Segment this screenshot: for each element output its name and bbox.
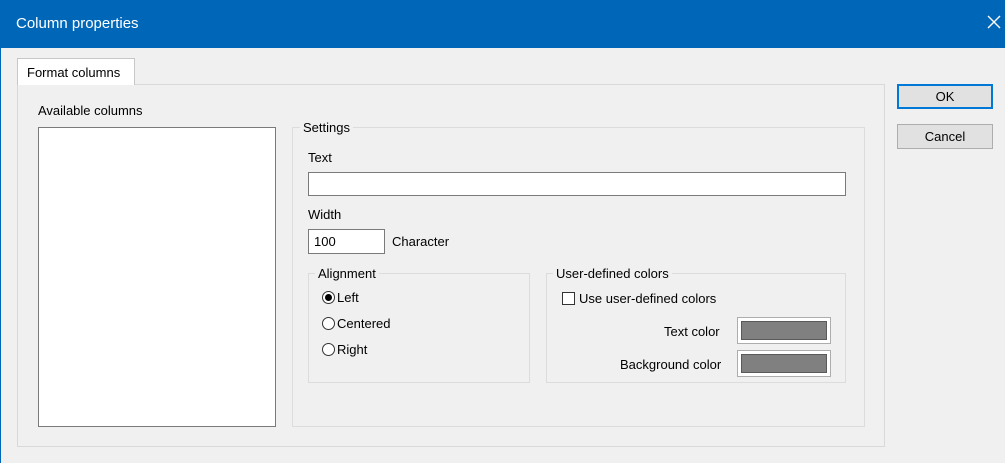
available-columns-list[interactable] (38, 127, 276, 427)
alignment-legend: Alignment (315, 266, 379, 281)
background-color-swatch (741, 354, 827, 373)
title-bar: Column properties (0, 0, 1005, 48)
width-label: Width (308, 207, 342, 222)
width-unit-label: Character (392, 234, 450, 249)
tab-label: Format columns (27, 65, 121, 80)
width-input[interactable] (308, 229, 385, 254)
window-title: Column properties (16, 15, 139, 32)
cancel-button[interactable]: Cancel (897, 124, 993, 149)
checkbox-indicator (562, 292, 575, 305)
background-color-button[interactable] (737, 350, 831, 377)
radio-indicator (322, 343, 335, 356)
window-border (0, 48, 1, 463)
text-color-button[interactable] (737, 317, 831, 344)
radio-indicator (322, 291, 335, 304)
close-icon[interactable] (984, 10, 1004, 34)
text-label: Text (308, 150, 332, 165)
text-color-swatch (741, 321, 827, 340)
background-color-label: Background color (620, 357, 722, 372)
ok-button[interactable]: OK (897, 84, 993, 109)
available-columns-label: Available columns (38, 103, 143, 118)
settings-legend: Settings (300, 120, 353, 135)
radio-align-right[interactable]: Right (322, 342, 367, 357)
user-colors-legend: User-defined colors (553, 266, 672, 281)
text-input[interactable] (308, 172, 846, 196)
text-color-label: Text color (664, 324, 720, 339)
tab-format-columns[interactable]: Format columns (17, 58, 135, 85)
radio-indicator (322, 317, 335, 330)
radio-align-left[interactable]: Left (322, 290, 359, 305)
radio-align-centered[interactable]: Centered (322, 316, 390, 331)
use-user-colors-checkbox[interactable]: Use user-defined colors (562, 291, 716, 306)
